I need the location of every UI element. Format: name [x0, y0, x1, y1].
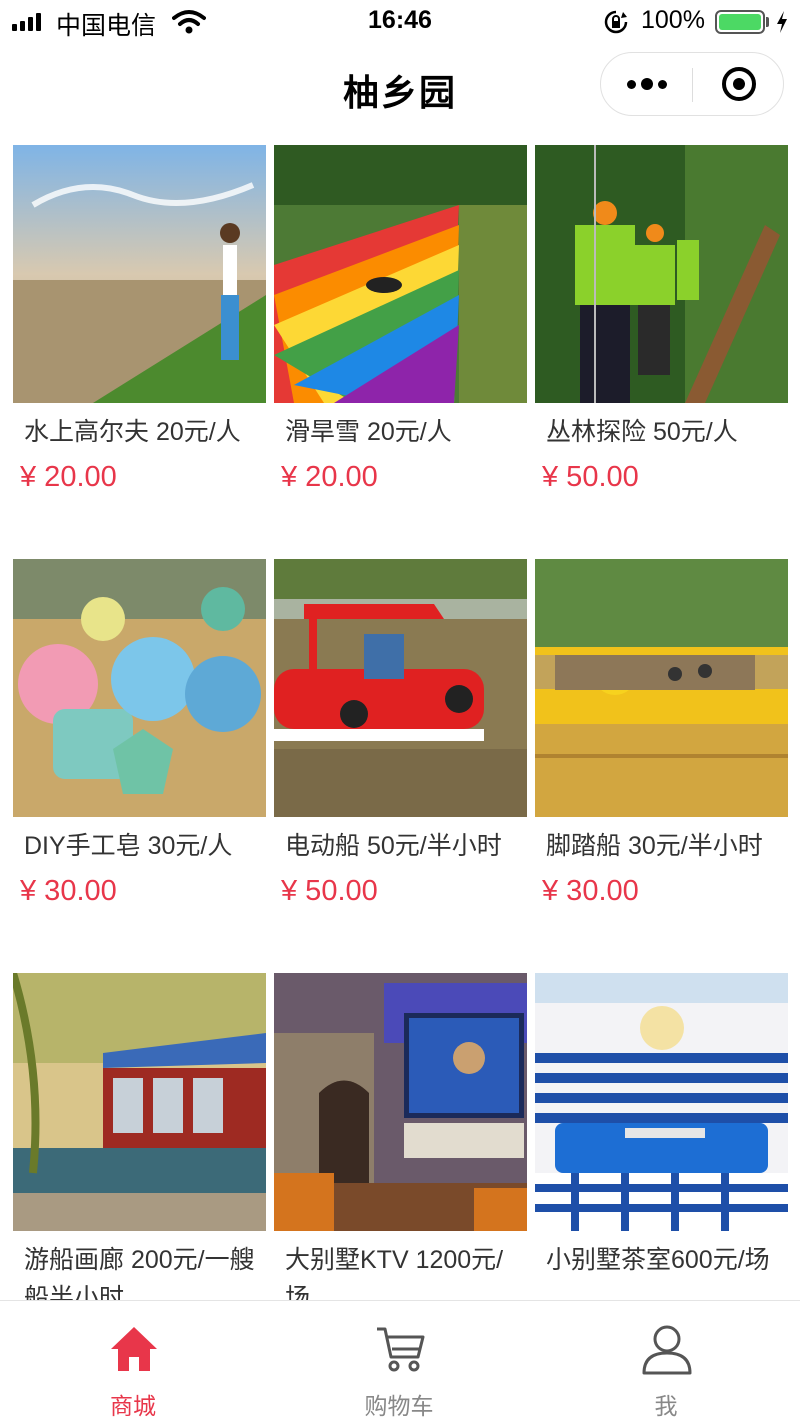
product-card[interactable]: 水上高尔夫 20元/人 ¥ 20.00: [13, 145, 266, 499]
dot-icon: [658, 79, 667, 89]
rotation-lock-icon: [604, 10, 628, 34]
product-image-pleasure-boat: [13, 973, 266, 1231]
product-image-pedal-boat: [535, 559, 788, 817]
product-price: ¥ 50.00: [281, 875, 378, 907]
product-card[interactable]: 大别墅KTV 1200元/场: [274, 973, 527, 1300]
product-image-electric-boat: [274, 559, 527, 817]
product-title: 游船画廊 200元/一艘船半小时: [24, 1246, 255, 1300]
product-price: ¥ 20.00: [281, 461, 378, 493]
product-image-ktv: [274, 973, 527, 1231]
product-image-jungle: [535, 145, 788, 403]
product-price: ¥ 50.00: [542, 461, 639, 493]
product-title: 滑旱雪 20元/人: [285, 418, 452, 446]
product-title: 小别墅茶室600元/场: [546, 1246, 770, 1274]
product-card[interactable]: 丛林探险 50元/人 ¥ 50.00: [535, 145, 788, 499]
dot-icon: [627, 79, 636, 89]
product-card[interactable]: 电动船 50元/半小时 ¥ 50.00: [274, 559, 527, 913]
dot-icon: [641, 78, 653, 90]
mini-program-capsule: [600, 52, 784, 116]
target-icon: [722, 67, 756, 101]
home-icon: [111, 1327, 157, 1371]
more-button[interactable]: [601, 53, 693, 115]
product-price: ¥ 20.00: [20, 461, 117, 493]
product-price: ¥ 30.00: [20, 875, 117, 907]
product-card[interactable]: DIY手工皂 30元/人 ¥ 30.00: [13, 559, 266, 913]
product-title: 丛林探险 50元/人: [546, 418, 738, 446]
product-image-tea-room: [535, 973, 788, 1231]
tab-label: 我: [654, 1393, 678, 1419]
status-bar: 中国电信 16:46 100%: [0, 0, 800, 44]
tab-home[interactable]: 商城: [0, 1301, 266, 1423]
product-price: ¥ 30.00: [542, 875, 639, 907]
product-image-soap: [13, 559, 266, 817]
product-title: 电动船 50元/半小时: [285, 832, 502, 860]
product-title: DIY手工皂 30元/人: [24, 832, 233, 860]
product-image-rainbow-slide: [274, 145, 527, 403]
product-grid: 水上高尔夫 20元/人 ¥ 20.00 滑旱雪 20元/人 ¥ 20.00 丛林…: [0, 132, 800, 1300]
tab-label: 商城: [110, 1393, 156, 1419]
tab-label: 购物车: [364, 1393, 434, 1419]
product-card[interactable]: 小别墅茶室600元/场: [535, 973, 788, 1283]
user-icon: [642, 1325, 692, 1375]
battery-cap: [766, 17, 769, 27]
tab-me[interactable]: 我: [533, 1301, 799, 1423]
product-image-golf: [13, 145, 266, 403]
product-card[interactable]: 脚踏船 30元/半小时 ¥ 30.00: [535, 559, 788, 913]
battery-percent: 100%: [641, 6, 705, 34]
product-title: 水上高尔夫 20元/人: [24, 418, 241, 446]
tab-bar: 商城 购物车 我: [0, 1300, 800, 1423]
product-title: 大别墅KTV 1200元/场: [285, 1246, 504, 1300]
product-card[interactable]: 游船画廊 200元/一艘船半小时: [13, 973, 266, 1300]
battery-icon: [715, 10, 765, 34]
cart-icon: [377, 1327, 425, 1372]
nav-bar: 柚乡园: [0, 44, 800, 132]
charging-icon: [777, 11, 787, 33]
product-card[interactable]: 滑旱雪 20元/人 ¥ 20.00: [274, 145, 527, 499]
close-button[interactable]: [693, 53, 785, 115]
product-title: 脚踏船 30元/半小时: [546, 832, 763, 860]
tab-cart[interactable]: 购物车: [266, 1301, 532, 1423]
